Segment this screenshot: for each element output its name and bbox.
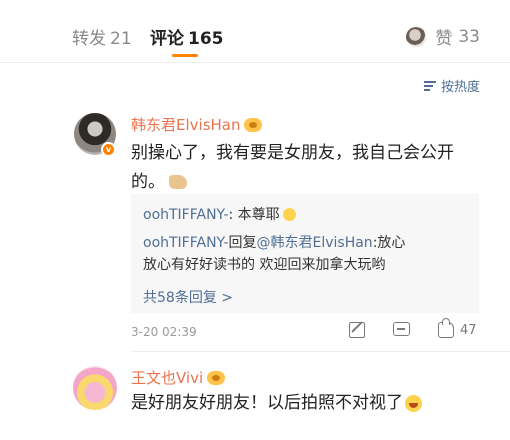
like-count: 47 — [460, 322, 477, 338]
comment-timestamp: 3-20 02:39 — [131, 325, 197, 339]
comment-tabs: 转发 21 评论 165 赞 33 — [0, 0, 510, 62]
sort-icon — [423, 80, 436, 91]
comment-username[interactable]: 王文也Vivi — [131, 367, 226, 388]
tab-likes-label: 赞 — [435, 29, 453, 49]
reply-preview-box[interactable]: oohTIFFANY-: 本尊耶 oohTIFFANY-回复@韩东君ElvisH… — [131, 194, 479, 313]
repost-icon[interactable] — [349, 322, 365, 338]
comment-username[interactable]: 韩东君ElvisHan — [131, 114, 263, 135]
like-button[interactable]: 47 — [438, 318, 477, 338]
reply-username[interactable]: oohTIFFANY- — [143, 235, 229, 251]
tab-comments-count: 165 — [188, 29, 224, 49]
mention-link[interactable]: @韩东君ElvisHan — [257, 235, 373, 251]
tab-repost-count: 21 — [110, 29, 132, 49]
comment-divider — [131, 351, 510, 352]
tab-likes-count: 33 — [458, 26, 480, 47]
member-badge-icon — [207, 370, 226, 385]
sort-button[interactable]: 按热度 — [423, 76, 480, 95]
tab-repost[interactable]: 转发 21 — [72, 24, 132, 49]
tab-repost-label: 转发 — [72, 29, 106, 49]
sort-label: 按热度 — [440, 80, 480, 95]
tab-comments[interactable]: 评论 165 — [150, 24, 224, 49]
avatar[interactable] — [73, 366, 117, 410]
hands-emoji-icon — [169, 175, 187, 189]
verified-icon: v — [101, 142, 116, 157]
laugh-emoji-icon — [405, 394, 422, 412]
thumbs-up-icon — [438, 318, 454, 338]
reply-item: oohTIFFANY-回复@韩东君ElvisHan:放心 放心有好好读书的 欢迎… — [143, 235, 406, 273]
member-badge-icon — [244, 117, 263, 132]
more-replies-link[interactable]: 共58条回复 > — [143, 287, 233, 307]
tabs-divider — [0, 62, 510, 63]
tab-comments-label: 评论 — [150, 29, 184, 49]
username-text: 王文也Vivi — [131, 369, 204, 387]
reply-username[interactable]: oohTIFFANY- — [143, 207, 229, 223]
tab-likes[interactable]: 赞 33 — [406, 24, 480, 49]
reply-item: oohTIFFANY-: 本尊耶 — [143, 204, 473, 226]
comment-text: 是好朋友好朋友！以后拍照不对视了 — [131, 389, 481, 418]
active-tab-indicator — [172, 54, 198, 57]
comment-icon[interactable] — [393, 322, 410, 336]
username-text: 韩东君ElvisHan — [131, 116, 241, 134]
liker-avatar — [406, 26, 427, 47]
comment-text: 别操心了，我有要是女朋友，我自己会公开 的。 — [131, 143, 454, 192]
smile-emoji-icon — [282, 207, 296, 221]
